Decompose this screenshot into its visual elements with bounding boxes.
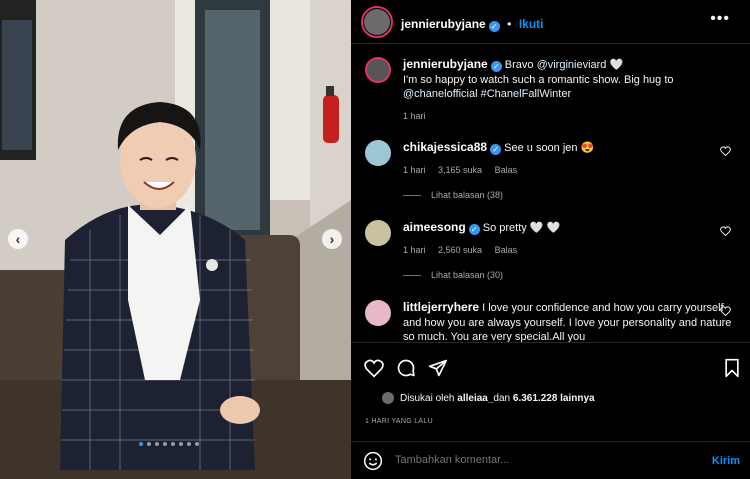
comment-meta: 1 hari 2,560 suka Balas bbox=[403, 245, 735, 255]
post-header: jennierubyjane ✓ • Ikuti ••• bbox=[351, 0, 750, 44]
reply-button[interactable]: Balas bbox=[495, 165, 518, 175]
reply-button[interactable]: Balas bbox=[495, 245, 518, 255]
share-icon[interactable] bbox=[428, 358, 448, 378]
carousel-dot bbox=[179, 442, 183, 446]
comment-avatar[interactable] bbox=[365, 300, 391, 326]
comment-meta: 1 hari 3,165 suka Balas bbox=[403, 165, 735, 175]
likes-count[interactable]: 6.361.228 lainnya bbox=[513, 393, 595, 404]
save-icon[interactable] bbox=[722, 358, 742, 378]
caption-username[interactable]: jennierubyjane bbox=[403, 57, 488, 71]
comment-username[interactable]: littlejerryhere bbox=[403, 300, 479, 314]
follow-button[interactable]: Ikuti bbox=[519, 17, 544, 31]
comment-body: So pretty 🤍 🤍 bbox=[482, 222, 561, 234]
comment-input[interactable] bbox=[395, 454, 675, 466]
carousel-dot bbox=[171, 442, 175, 446]
liker-avatar bbox=[381, 391, 395, 405]
caption-meta: 1 hari bbox=[403, 111, 735, 121]
author-line: jennierubyjane ✓ • Ikuti bbox=[401, 15, 543, 33]
likes-summary[interactable]: Disukai oleh alleiaa_ dan 6.361.228 lain… bbox=[381, 391, 595, 405]
like-icon[interactable] bbox=[364, 358, 384, 378]
post-actions: Disukai oleh alleiaa_ dan 6.361.228 lain… bbox=[351, 342, 750, 432]
comment-like-icon[interactable] bbox=[720, 226, 731, 236]
caption-heart: 🤍 bbox=[609, 59, 624, 71]
caption-hashtag[interactable]: #ChanelFallWinter bbox=[481, 88, 571, 100]
comment-like-icon[interactable] bbox=[720, 146, 731, 156]
caption: jennierubyjane ✓ Bravo @virginieviard 🤍 I… bbox=[365, 57, 735, 121]
separator-dot: • bbox=[507, 17, 512, 31]
comment-like-icon[interactable] bbox=[720, 306, 731, 316]
more-options-icon[interactable]: ••• bbox=[710, 10, 730, 28]
carousel-dots bbox=[139, 442, 199, 446]
author-username[interactable]: jennierubyjane bbox=[401, 17, 486, 31]
verified-icon: ✓ bbox=[488, 21, 500, 32]
verified-icon: ✓ bbox=[490, 61, 502, 72]
comment-text: littlejerryhere I love your confidence a… bbox=[403, 300, 735, 342]
carousel-dot bbox=[163, 442, 167, 446]
comment-likes[interactable]: 2,560 suka bbox=[438, 245, 482, 255]
carousel-next-button[interactable]: › bbox=[322, 229, 342, 249]
photo-illustration bbox=[0, 0, 351, 479]
comment-time: 1 hari bbox=[403, 164, 426, 175]
likes-prefix: Disukai oleh bbox=[400, 392, 455, 404]
carousel-dot bbox=[147, 442, 151, 446]
caption-avatar[interactable] bbox=[365, 57, 391, 83]
carousel-dot bbox=[195, 442, 199, 446]
emoji-icon[interactable] bbox=[363, 451, 383, 471]
author-avatar[interactable] bbox=[361, 6, 393, 38]
verified-icon: ✓ bbox=[468, 224, 480, 235]
comment-text: aimeesong ✓ So pretty 🤍 🤍 bbox=[403, 220, 735, 236]
comment-time: 1 hari bbox=[403, 244, 426, 255]
post-timestamp[interactable]: 1 HARI YANG LALU bbox=[365, 418, 433, 425]
caption-mention2[interactable]: @chanelofficial bbox=[403, 88, 478, 100]
send-button[interactable]: Kirim bbox=[712, 455, 740, 467]
verified-icon: ✓ bbox=[490, 144, 502, 155]
caption-time: 1 hari bbox=[403, 110, 426, 121]
comment-username[interactable]: chikajessica88 bbox=[403, 140, 487, 154]
likes-middle: dan bbox=[493, 392, 511, 404]
view-replies-label: Lihat balasan (38) bbox=[431, 190, 504, 200]
carousel-dot bbox=[139, 442, 143, 446]
comment-avatar[interactable] bbox=[365, 220, 391, 246]
comment-likes[interactable]: 3,165 suka bbox=[438, 165, 482, 175]
comment-item: littlejerryhere I love your confidence a… bbox=[365, 300, 735, 342]
comment-body: See u soon jen 😍 bbox=[504, 142, 595, 154]
view-replies-label: Lihat balasan (30) bbox=[431, 270, 504, 280]
carousel-prev-button[interactable]: ‹ bbox=[8, 229, 28, 249]
caption-mention[interactable]: @virginieviard bbox=[537, 59, 607, 71]
post-details-panel: jennierubyjane ✓ • Ikuti ••• jennierubyja… bbox=[351, 0, 750, 479]
comment-username[interactable]: aimeesong bbox=[403, 220, 466, 234]
caption-prefix: Bravo bbox=[504, 59, 537, 71]
comment-item: aimeesong ✓ So pretty 🤍 🤍 1 hari 2,560 su… bbox=[365, 220, 735, 255]
add-comment-bar: Kirim bbox=[351, 441, 750, 479]
comments-list: jennierubyjane ✓ Bravo @virginieviard 🤍 I… bbox=[351, 45, 750, 342]
post-photo[interactable]: ‹ › bbox=[0, 0, 351, 479]
comment-text: chikajessica88 ✓ See u soon jen 😍 bbox=[403, 140, 735, 156]
view-replies-button[interactable]: Lihat balasan (38) bbox=[403, 190, 503, 200]
comment-avatar[interactable] bbox=[365, 140, 391, 166]
carousel-dot bbox=[155, 442, 159, 446]
caption-line2: I'm so happy to watch such a romantic sh… bbox=[403, 73, 674, 86]
view-replies-button[interactable]: Lihat balasan (30) bbox=[403, 270, 503, 280]
comment-item: chikajessica88 ✓ See u soon jen 😍 1 hari … bbox=[365, 140, 735, 175]
carousel-dot bbox=[187, 442, 191, 446]
likes-user[interactable]: alleiaa_ bbox=[457, 393, 493, 404]
caption-text: jennierubyjane ✓ Bravo @virginieviard 🤍 I… bbox=[403, 57, 735, 102]
comment-icon[interactable] bbox=[396, 358, 416, 378]
